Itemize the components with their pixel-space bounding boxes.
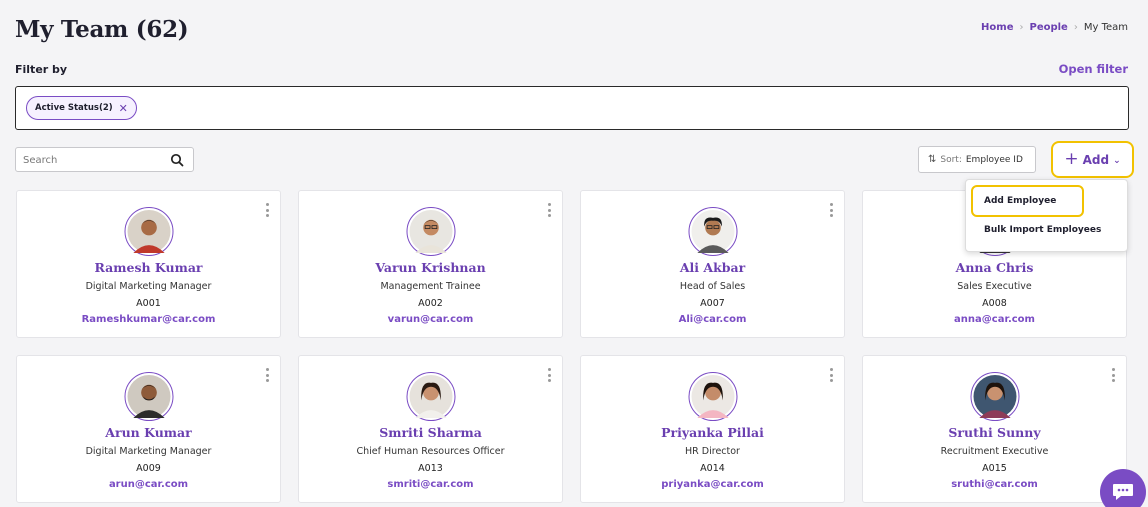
menu-item-bulk-import[interactable]: Bulk Import Employees — [984, 225, 1101, 235]
more-options-icon[interactable] — [1112, 368, 1116, 382]
more-options-icon[interactable] — [830, 203, 834, 217]
avatar — [124, 372, 173, 421]
employee-role: Sales Executive — [957, 281, 1032, 292]
chevron-down-icon: ⌄ — [1113, 155, 1121, 166]
add-button-label: Add — [1082, 152, 1110, 167]
employee-name[interactable]: Anna Chris — [863, 260, 1126, 275]
employee-card[interactable]: Sruthi Sunny Recruitment Executive A015 … — [862, 355, 1127, 503]
avatar — [970, 372, 1019, 421]
plus-icon: + — [1064, 149, 1079, 169]
search-box — [15, 147, 194, 172]
add-dropdown-menu: Add Employee Bulk Import Employees — [965, 179, 1128, 252]
search-input[interactable] — [16, 149, 156, 172]
employee-email[interactable]: sruthi@car.com — [863, 479, 1126, 490]
search-icon[interactable] — [170, 153, 184, 167]
employee-card[interactable]: Arun Kumar Digital Marketing Manager A00… — [16, 355, 281, 503]
employee-email[interactable]: Ali@car.com — [581, 314, 844, 325]
employee-card[interactable]: Varun Krishnan Management Trainee A002 v… — [298, 190, 563, 338]
employee-role: Head of Sales — [679, 281, 746, 292]
menu-item-add-employee[interactable]: Add Employee — [971, 185, 1084, 217]
employee-role: Digital Marketing Manager — [85, 281, 212, 292]
more-options-icon[interactable] — [548, 368, 552, 382]
employee-id: A009 — [136, 463, 161, 474]
employee-email[interactable]: arun@car.com — [17, 479, 280, 490]
employee-role: Digital Marketing Manager — [85, 446, 212, 457]
chat-button[interactable] — [1100, 469, 1146, 507]
breadcrumb-current: My Team — [1083, 22, 1128, 33]
employee-name[interactable]: Sruthi Sunny — [863, 425, 1126, 440]
employee-card[interactable]: Ramesh Kumar Digital Marketing Manager A… — [16, 190, 281, 338]
employee-name[interactable]: Varun Krishnan — [299, 260, 562, 275]
more-options-icon[interactable] — [266, 368, 270, 382]
avatar — [124, 207, 173, 256]
employee-card[interactable]: Ali Akbar Head of Sales A007 Ali@car.com — [580, 190, 845, 338]
employee-email[interactable]: Rameshkumar@car.com — [17, 314, 280, 325]
chevron-right-icon: › — [1019, 22, 1024, 33]
more-options-icon[interactable] — [830, 368, 834, 382]
breadcrumb-home[interactable]: Home — [981, 22, 1013, 33]
employee-email[interactable]: varun@car.com — [299, 314, 562, 325]
employee-email[interactable]: anna@car.com — [863, 314, 1126, 325]
filter-chip-label: Active Status(2) — [35, 103, 113, 113]
employee-id: A015 — [982, 463, 1007, 474]
employee-name[interactable]: Smriti Sharma — [299, 425, 562, 440]
filter-chip-active-status: Active Status(2) ✕ — [26, 96, 137, 120]
employee-id: A001 — [136, 298, 161, 309]
more-options-icon[interactable] — [266, 203, 270, 217]
chevron-right-icon: › — [1073, 22, 1078, 33]
chat-icon — [1113, 484, 1133, 500]
employee-name[interactable]: Arun Kumar — [17, 425, 280, 440]
employee-role: Recruitment Executive — [940, 446, 1049, 457]
employee-id: A002 — [418, 298, 443, 309]
add-button[interactable]: + Add ⌄ — [1051, 141, 1134, 178]
employee-card[interactable]: Priyanka Pillai HR Director A014 priyank… — [580, 355, 845, 503]
open-filter-link[interactable]: Open filter — [1059, 62, 1128, 76]
employee-id: A014 — [700, 463, 725, 474]
sort-icon: ⇅ — [928, 154, 937, 165]
breadcrumb: Home › People › My Team — [981, 22, 1128, 33]
employee-email[interactable]: priyanka@car.com — [581, 479, 844, 490]
employee-role: Chief Human Resources Officer — [356, 446, 505, 457]
employee-name[interactable]: Ramesh Kumar — [17, 260, 280, 275]
sort-value: Employee ID — [965, 154, 1023, 165]
avatar — [688, 207, 737, 256]
page-title: My Team (62) — [15, 16, 189, 43]
employee-name[interactable]: Priyanka Pillai — [581, 425, 844, 440]
employee-role: Management Trainee — [380, 281, 481, 292]
avatar — [406, 372, 455, 421]
more-options-icon[interactable] — [548, 203, 552, 217]
avatar — [406, 207, 455, 256]
breadcrumb-people[interactable]: People — [1029, 22, 1067, 33]
employee-role: HR Director — [685, 446, 740, 457]
filter-box[interactable]: Active Status(2) ✕ — [15, 86, 1129, 130]
employee-email[interactable]: smriti@car.com — [299, 479, 562, 490]
employee-id: A008 — [982, 298, 1007, 309]
employee-id: A007 — [700, 298, 725, 309]
sort-button[interactable]: ⇅ Sort: Employee ID — [918, 146, 1036, 173]
employee-id: A013 — [418, 463, 443, 474]
close-icon[interactable]: ✕ — [119, 102, 128, 115]
sort-prefix: Sort: — [940, 154, 962, 165]
avatar — [688, 372, 737, 421]
filter-label: Filter by — [15, 63, 68, 76]
employee-name[interactable]: Ali Akbar — [581, 260, 844, 275]
employee-card[interactable]: Smriti Sharma Chief Human Resources Offi… — [298, 355, 563, 503]
